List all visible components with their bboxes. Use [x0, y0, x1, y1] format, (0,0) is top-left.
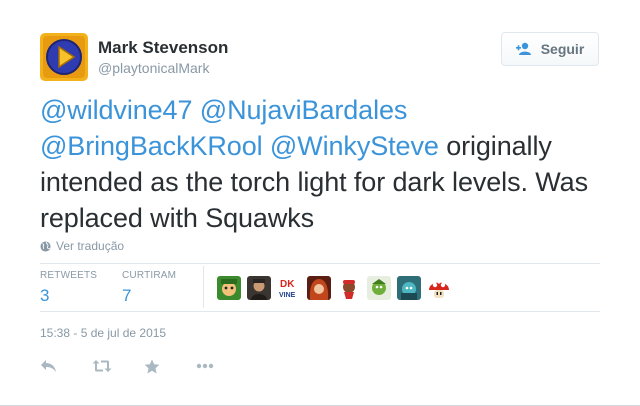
globe-icon: [40, 240, 51, 252]
liker-avatar[interactable]: [307, 276, 331, 300]
translate-label: Ver tradução: [56, 239, 125, 253]
reply-button[interactable]: [40, 356, 92, 376]
follow-person-plus-icon: [515, 42, 531, 55]
translate-link[interactable]: Ver tradução: [40, 239, 124, 253]
more-dots-icon: [196, 363, 214, 369]
divider-middle: [40, 311, 600, 312]
tweet-text: @wildvine47 @NujaviBardales @BringBackKR…: [40, 92, 610, 236]
stats-separator: [203, 266, 204, 308]
follow-button-label: Seguir: [540, 41, 585, 57]
favorite-button[interactable]: [144, 356, 196, 376]
tweet-actions: [40, 356, 248, 376]
liker-avatar[interactable]: [367, 276, 391, 300]
mention-link[interactable]: @wildvine47: [40, 95, 192, 125]
svg-text:VINE: VINE: [279, 292, 296, 299]
liker-avatar[interactable]: DK VINE: [277, 276, 301, 300]
retweet-button[interactable]: [92, 356, 144, 376]
liker-avatar[interactable]: [337, 276, 361, 300]
likes-label: CURTIRAM: [122, 270, 177, 281]
tweet-card: Mark Stevenson @playtonicalMark Seguir @…: [0, 0, 640, 406]
liker-avatar[interactable]: [427, 276, 451, 300]
more-button[interactable]: [196, 356, 248, 376]
author-avatar[interactable]: [40, 33, 88, 81]
liker-avatars: DK VINE: [217, 276, 451, 300]
retweets-label: RETWEETS: [40, 270, 98, 281]
mention-link[interactable]: @BringBackKRool: [40, 131, 263, 161]
retweets-stat[interactable]: RETWEETS 3: [40, 270, 97, 306]
author-handle[interactable]: @playtonicalMark: [98, 60, 209, 76]
reply-icon: [41, 360, 56, 372]
liker-avatar[interactable]: [217, 276, 241, 300]
mention-link[interactable]: @WinkySteve: [270, 131, 439, 161]
likes-stat[interactable]: CURTIRAM 7: [122, 270, 176, 306]
favorite-star-icon: [144, 359, 160, 373]
retweet-icon: [92, 360, 112, 372]
avatar-image: [40, 33, 88, 81]
mention-link[interactable]: @NujaviBardales: [200, 95, 408, 125]
svg-text:DK: DK: [280, 279, 295, 290]
follow-button[interactable]: Seguir: [501, 32, 599, 66]
liker-avatar[interactable]: [397, 276, 421, 300]
divider-top: [40, 263, 600, 264]
likes-count: 7: [122, 286, 132, 305]
liker-avatar[interactable]: [247, 276, 271, 300]
author-name[interactable]: Mark Stevenson: [98, 38, 228, 58]
tweet-timestamp[interactable]: 15:38 - 5 de jul de 2015: [40, 326, 166, 340]
retweets-count: 3: [40, 286, 50, 305]
